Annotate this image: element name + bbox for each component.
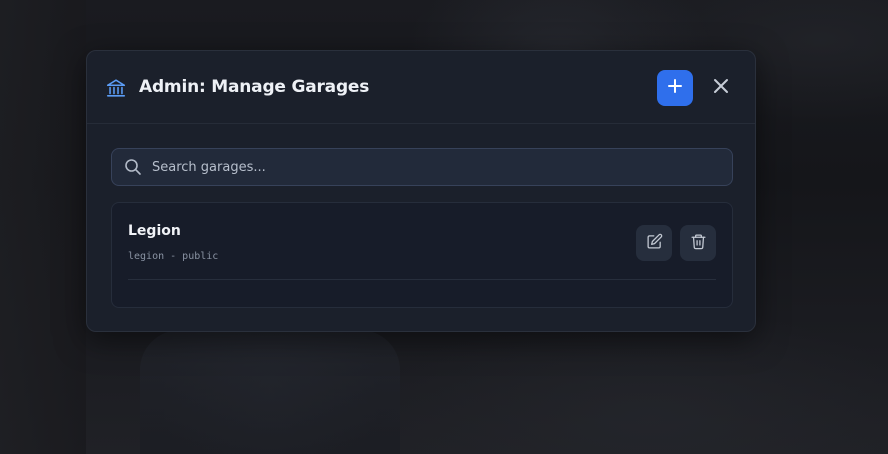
close-icon [713, 78, 729, 98]
manage-garages-modal: Admin: Manage Garages Search garages... … [86, 50, 756, 332]
plus-icon [667, 78, 683, 98]
background-wall [0, 0, 86, 454]
search-icon [124, 158, 142, 176]
delete-garage-button[interactable] [680, 225, 716, 261]
close-button[interactable] [707, 74, 735, 102]
search-box [111, 148, 733, 186]
bank-icon [105, 77, 127, 99]
garage-list: Legion legion - public [111, 202, 733, 308]
background-character [140, 330, 400, 454]
pencil-icon [646, 233, 663, 254]
trash-icon [690, 233, 707, 254]
add-garage-button[interactable] [657, 70, 693, 106]
garage-meta: legion - public [128, 251, 219, 262]
search-input[interactable] [152, 149, 722, 185]
edit-garage-button[interactable] [636, 225, 672, 261]
modal-header: Admin: Manage Garages [87, 51, 755, 124]
garage-name: Legion [128, 223, 181, 239]
garage-list-item: Legion legion - public [128, 203, 716, 280]
modal-title: Admin: Manage Garages [139, 77, 370, 97]
